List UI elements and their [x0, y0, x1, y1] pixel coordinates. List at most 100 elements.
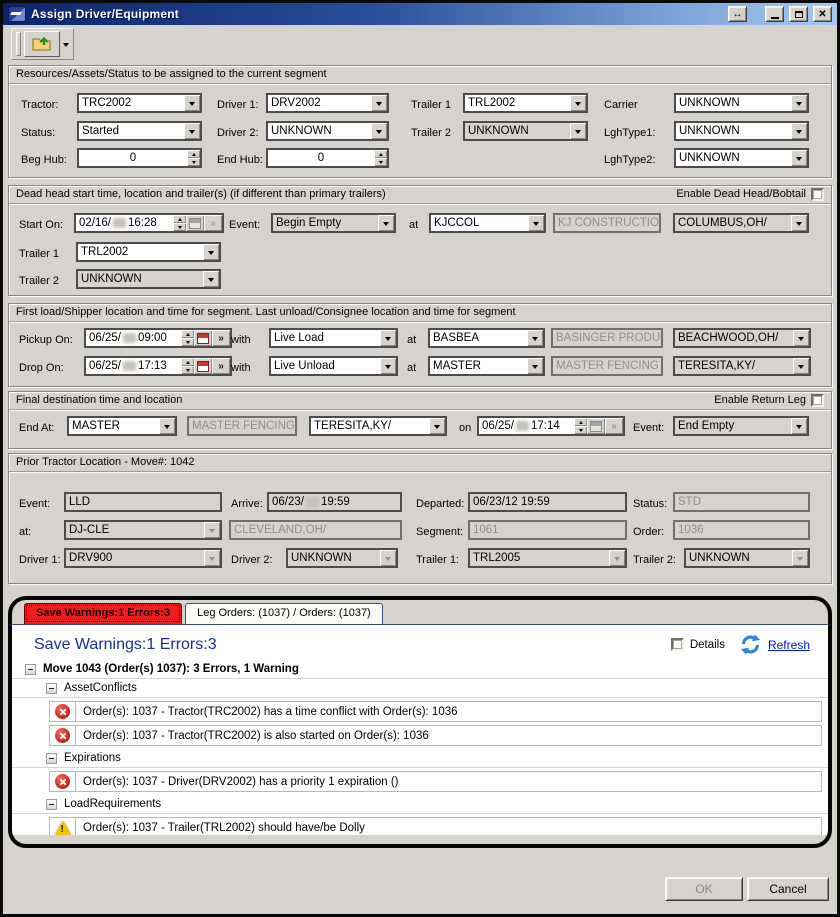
- drop-event-combo[interactable]: Live Unload: [269, 356, 398, 376]
- status-combo[interactable]: Started: [77, 121, 202, 141]
- tab-leg-orders[interactable]: Leg Orders: (1037) / Orders: (1037): [185, 603, 383, 624]
- dropdown-arrow-icon[interactable]: [159, 418, 175, 434]
- end-at-city-combo[interactable]: TERESITA,KY/: [309, 416, 447, 436]
- prior-event-field: LLD: [64, 492, 222, 512]
- prior-order-field: 1036: [673, 520, 810, 540]
- drop-location-code-combo[interactable]: MASTER: [428, 356, 545, 376]
- end-at-name-field: MASTER FENCING: [187, 416, 297, 436]
- prior-segment-label: Segment:: [416, 522, 463, 542]
- toolbar-group: [11, 28, 74, 60]
- pickup-event-combo[interactable]: Live Load: [269, 328, 398, 348]
- dropdown-arrow-icon[interactable]: [528, 215, 544, 231]
- end-at-code-combo[interactable]: MASTER: [67, 416, 177, 436]
- group-resources: Resources/Assets/Status to be assigned t…: [8, 65, 832, 178]
- carrier-label: Carrier: [604, 95, 638, 115]
- refresh-link[interactable]: Refresh: [768, 638, 810, 652]
- calendar-button[interactable]: [194, 358, 212, 374]
- start-on-label: Start On:: [19, 215, 63, 235]
- minimize-button[interactable]: [765, 6, 784, 22]
- driver1-combo[interactable]: DRV2002: [266, 93, 389, 113]
- dropdown-arrow-icon[interactable]: [184, 95, 200, 111]
- dropdown-arrow-icon[interactable]: [380, 358, 396, 374]
- more-times-button[interactable]: »: [212, 358, 230, 374]
- toolbar-grip[interactable]: [16, 32, 21, 56]
- lghtype1-combo[interactable]: UNKNOWN: [674, 121, 809, 141]
- lghtype2-combo[interactable]: UNKNOWN: [674, 148, 809, 168]
- dropdown-arrow-icon[interactable]: [791, 95, 807, 111]
- dh-location-name-field: KJ CONSTRUCTION: [553, 213, 661, 233]
- spinner-buttons[interactable]: [574, 418, 587, 434]
- dh-location-code-combo[interactable]: KJCCOL: [429, 213, 546, 233]
- collapse-icon[interactable]: [46, 799, 57, 810]
- dropdown-arrow-icon[interactable]: [371, 123, 387, 139]
- more-times-button: »: [605, 418, 623, 434]
- dropdown-arrow-icon[interactable]: [527, 330, 543, 346]
- collapse-icon[interactable]: [46, 753, 57, 764]
- tree-error-item: Order(s): 1037 - Tractor(TRC2002) has a …: [49, 701, 822, 722]
- cancel-button[interactable]: Cancel: [747, 877, 829, 901]
- dropdown-arrow-icon[interactable]: [527, 358, 543, 374]
- driver1-label: Driver 1:: [217, 95, 259, 115]
- toolbar: [3, 25, 837, 59]
- collapse-icon[interactable]: [25, 664, 36, 675]
- dh-event-label: Event:: [229, 215, 260, 235]
- minimize-icon: [771, 17, 779, 19]
- refresh-icon[interactable]: [739, 634, 762, 655]
- dropdown-arrow-icon[interactable]: [380, 330, 396, 346]
- dropdown-arrow-icon[interactable]: [429, 418, 445, 434]
- spinner-buttons[interactable]: [374, 150, 387, 166]
- calendar-button[interactable]: [194, 330, 212, 346]
- enable-deadhead-checkbox[interactable]: [811, 188, 824, 201]
- restore-size-button[interactable]: ↔: [728, 6, 747, 22]
- group-deadhead: Dead head start time, location and trail…: [8, 185, 832, 296]
- dropdown-arrow-icon[interactable]: [184, 123, 200, 139]
- dropdown-arrow-icon[interactable]: [570, 95, 586, 111]
- warning-icon: [55, 821, 71, 835]
- pickup-on-label: Pickup On:: [19, 330, 73, 350]
- enable-deadhead-label: Enable Dead Head/Bobtail: [676, 186, 806, 203]
- final-datetime[interactable]: 06/25/17:14 »: [477, 416, 625, 436]
- details-checkbox[interactable]: [671, 638, 684, 651]
- close-button[interactable]: ✕: [813, 6, 832, 22]
- dropdown-arrow-icon[interactable]: [791, 150, 807, 166]
- pickup-datetime[interactable]: 06/25/09:00 »: [84, 328, 232, 348]
- start-on-datetime[interactable]: 02/16/16:28 »: [74, 213, 224, 233]
- tab-save-warnings[interactable]: Save Warnings:1 Errors:3: [24, 603, 182, 624]
- window-title: Assign Driver/Equipment: [31, 7, 723, 21]
- error-icon: [55, 728, 70, 743]
- redacted-year: [113, 218, 126, 228]
- spinner-buttons[interactable]: [173, 215, 186, 231]
- carrier-combo[interactable]: UNKNOWN: [674, 93, 809, 113]
- open-folder-button[interactable]: [24, 31, 60, 57]
- beg-hub-spinner[interactable]: 0: [77, 148, 202, 168]
- titlebar[interactable]: Assign Driver/Equipment ↔ ✕: [3, 3, 837, 25]
- collapse-icon[interactable]: [46, 683, 57, 694]
- driver2-combo[interactable]: UNKNOWN: [266, 121, 389, 141]
- warnings-heading: Save Warnings:1 Errors:3: [34, 636, 671, 654]
- drop-datetime[interactable]: 06/25/17:13 »: [84, 356, 232, 376]
- tractor-combo[interactable]: TRC2002: [77, 93, 202, 113]
- tree-group-text: LoadRequirements: [64, 798, 161, 810]
- dropdown-arrow-icon: [380, 550, 396, 566]
- tractor-label: Tractor:: [21, 95, 59, 115]
- dropdown-arrow-icon[interactable]: [371, 95, 387, 111]
- spinner-buttons[interactable]: [181, 330, 194, 346]
- pickup-with-label: with: [231, 330, 251, 350]
- dropdown-arrow-icon[interactable]: [203, 244, 219, 260]
- more-times-button[interactable]: »: [212, 330, 230, 346]
- pickup-at-label: at: [407, 330, 416, 350]
- trailer1-combo[interactable]: TRL2002: [463, 93, 588, 113]
- spinner-buttons[interactable]: [181, 358, 194, 374]
- spinner-buttons[interactable]: [187, 150, 200, 166]
- pickup-location-code-combo[interactable]: BASBEA: [428, 328, 545, 348]
- maximize-button[interactable]: [789, 6, 808, 22]
- open-folder-dropdown[interactable]: [60, 32, 72, 56]
- pickup-location-name-field: BASINGER PRODUCT: [551, 328, 663, 348]
- dropdown-arrow-icon[interactable]: [791, 123, 807, 139]
- dh-trailer1-combo[interactable]: TRL2002: [76, 242, 221, 262]
- end-hub-spinner[interactable]: 0: [266, 148, 389, 168]
- tree-group-text: Expirations: [64, 752, 121, 764]
- redacted-year: [123, 361, 136, 371]
- dh-at-label: at: [409, 215, 418, 235]
- enable-return-leg-checkbox[interactable]: [811, 394, 824, 407]
